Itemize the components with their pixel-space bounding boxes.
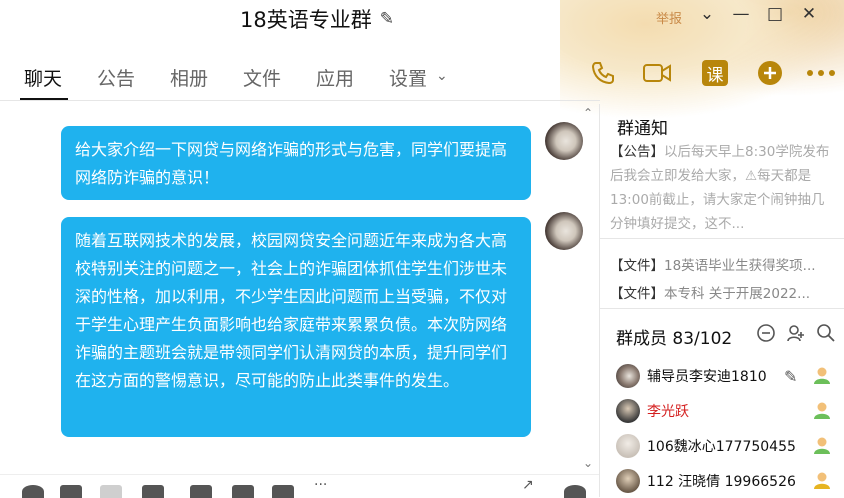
voice-call-icon[interactable] [588,58,618,88]
folder-icon[interactable] [142,485,164,498]
file-name: 本专科 关于开展2022... [664,286,811,302]
edit-icon[interactable]: ✎ [784,367,797,386]
course-button[interactable]: 课 [700,58,730,88]
member-row[interactable]: 106魏冰心17775045537 [616,433,844,459]
member-row[interactable]: 辅导员李安迪1810 ✎ [616,363,844,389]
member-filter-icon[interactable] [756,323,776,343]
tab-album[interactable]: 相册 [170,64,208,91]
member-row[interactable]: 李光跃 [616,398,844,424]
scroll-up-icon[interactable]: ⌃ [583,106,593,120]
more-options-icon[interactable] [806,58,836,88]
screenshot-icon[interactable] [100,485,122,498]
image-icon[interactable] [232,485,254,498]
file-item[interactable]: 【文件】18英语毕业生获得奖项... [610,254,816,274]
more-tools-icon[interactable]: ··· [314,477,336,493]
member-role-icon [812,400,832,424]
history-icon[interactable] [564,485,586,498]
file-name: 18英语毕业生获得奖项... [664,258,816,274]
tab-settings[interactable]: 设置 [389,64,427,91]
message-bubble: 给大家介绍一下网贷与网络诈骗的形式与危害，同学们要提高网络防诈骗的意识！ [61,126,531,200]
member-row[interactable]: 112 汪晓倩 19966526 [616,468,844,494]
window-controls: ⌄ — □ ✕ [690,4,826,24]
send-file-icon[interactable] [190,485,212,498]
group-name: 18英语专业群 [240,8,372,32]
members-title: 群成员 83/102 [616,329,733,349]
edit-name-icon[interactable]: ✎ [380,9,394,29]
file-tag: 【文件】 [610,258,664,274]
divider [600,238,844,239]
member-name: 辅导员李安迪1810 [647,369,767,385]
message-bubble: 随着互联网技术的发展，校园网贷安全问题近年来成为各大高校特别关注的问题之一，社会… [61,217,531,437]
member-role-icon [812,470,832,494]
tab-apps[interactable]: 应用 [316,64,354,91]
group-notice[interactable]: 【公告】以后每天早上8:30学院发布后我会立即发给大家，⚠每天都是13:00前截… [610,140,835,236]
member-avatar [616,469,640,493]
file-item[interactable]: 【文件】本专科 关于开展2022... [610,282,810,302]
course-label: 课 [702,60,728,86]
sender-avatar[interactable] [545,212,583,250]
expand-icon[interactable]: ↗ [522,477,544,493]
group-sidebar: 群通知 【公告】以后每天早上8:30学院发布后我会立即发给大家，⚠每天都是13:… [600,104,844,497]
maximize-icon[interactable]: □ [758,4,792,24]
video-call-icon[interactable] [642,58,672,88]
tab-announcements[interactable]: 公告 [97,64,135,91]
member-avatar [616,399,640,423]
sender-avatar[interactable] [545,122,583,160]
scroll-down-icon[interactable]: ⌄ [583,456,593,470]
tab-bar: 聊天 公告 相册 文件 应用 设置 ⌄ [0,52,600,102]
dropdown-icon[interactable]: ⌄ [690,4,724,24]
member-avatar [616,434,640,458]
tab-files[interactable]: 文件 [243,64,281,91]
voice-message-icon[interactable] [272,485,294,498]
group-notice-title: 群通知 [617,119,668,139]
notice-tag: 【公告】 [610,144,664,160]
search-member-icon[interactable] [816,323,836,343]
member-role-icon [812,435,832,459]
emoji-icon[interactable] [22,485,44,498]
divider [600,308,844,309]
member-name: 106魏冰心17775045537 [647,439,797,455]
add-member-icon[interactable] [786,323,806,343]
minimize-icon[interactable]: — [724,4,758,24]
divider [0,100,600,101]
close-icon[interactable]: ✕ [792,4,826,24]
file-tag: 【文件】 [610,286,664,302]
report-link[interactable]: 举报 [656,8,682,27]
member-name: 112 汪晓倩 19966526 [647,474,796,490]
window-title: 18英语专业群 ✎ [240,4,394,34]
add-icon[interactable] [755,58,785,88]
settings-chevron-icon[interactable]: ⌄ [436,68,448,84]
gif-icon[interactable] [60,485,82,498]
tab-chat[interactable]: 聊天 [24,64,62,91]
member-avatar [616,364,640,388]
member-role-icon [812,365,832,389]
member-name: 李光跃 [647,404,689,420]
input-toolbar: ··· ↗ [0,474,600,498]
